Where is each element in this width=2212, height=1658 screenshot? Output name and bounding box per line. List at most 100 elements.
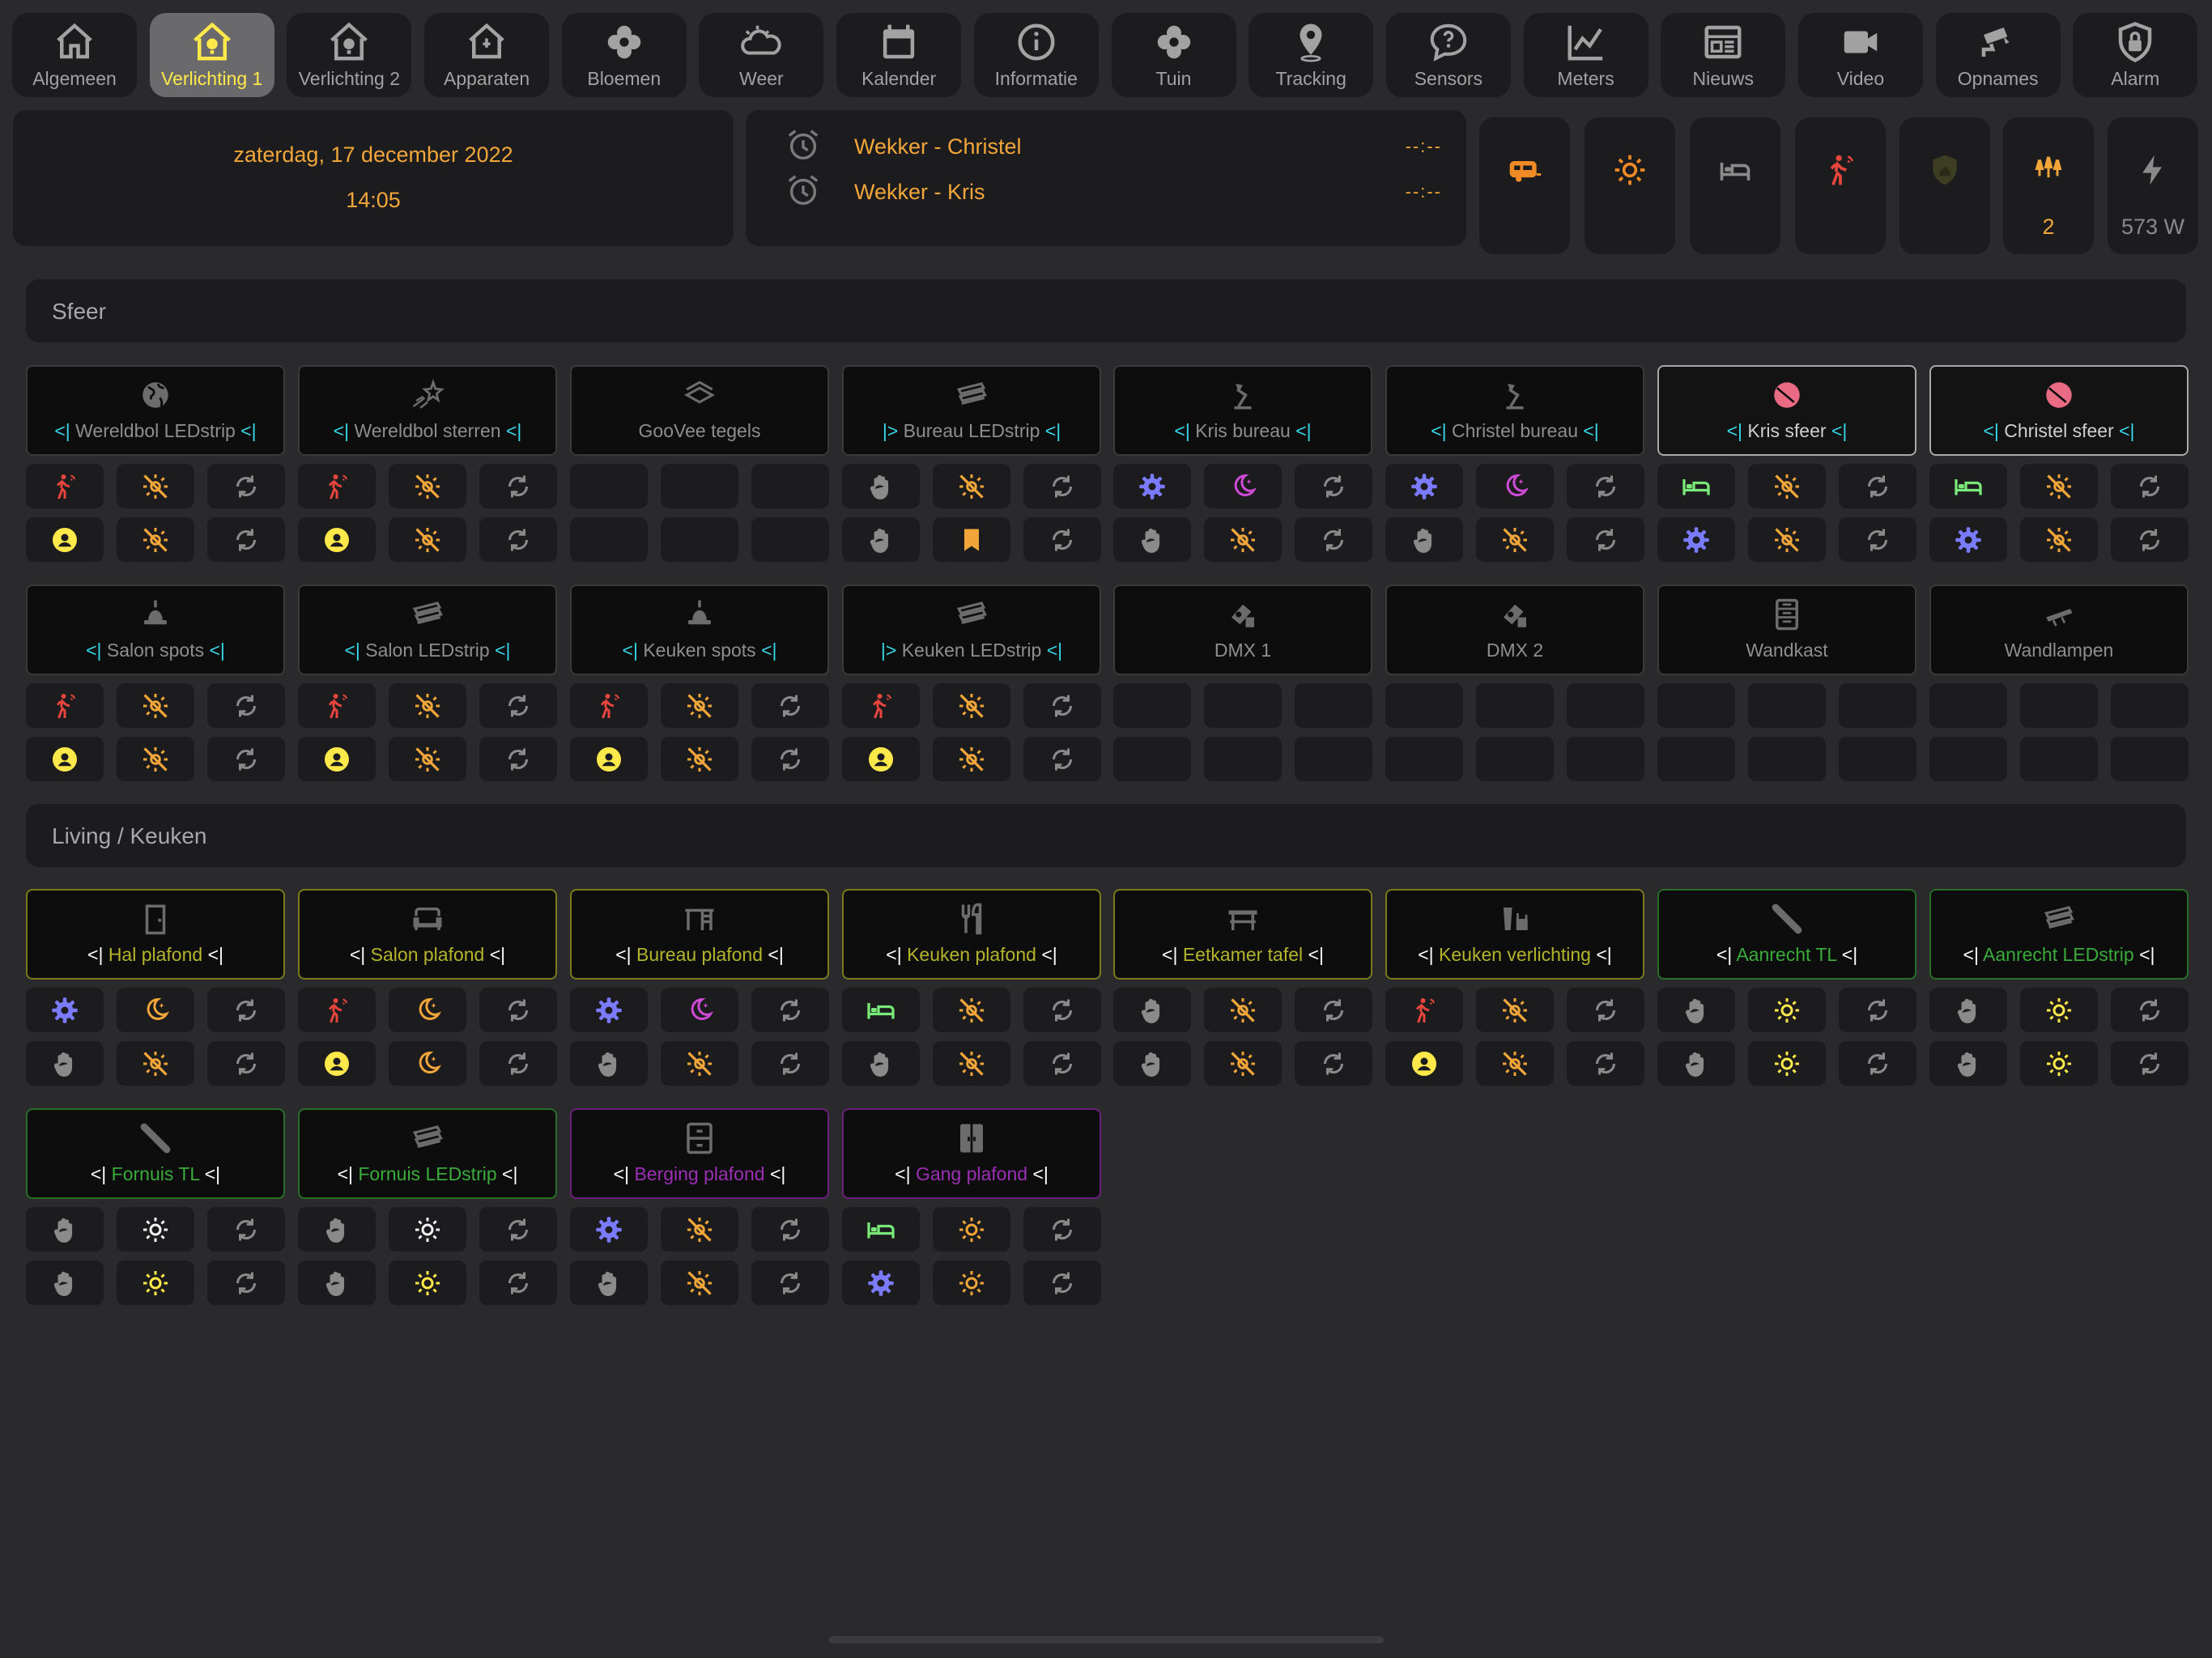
mode-button-sync[interactable] bbox=[751, 1261, 829, 1305]
mode-button-face[interactable] bbox=[298, 1041, 376, 1086]
mode-button-moon[interactable] bbox=[1476, 464, 1554, 508]
tab-video[interactable]: Video bbox=[1797, 13, 1923, 97]
light-card-christel-bureau[interactable]: <| Christel bureau <| bbox=[1385, 365, 1644, 456]
light-card-dmx-1[interactable]: DMX 1 bbox=[1113, 585, 1372, 675]
mode-button-motion[interactable] bbox=[26, 683, 104, 728]
mode-button-motion[interactable] bbox=[298, 464, 376, 508]
mode-button-bed[interactable] bbox=[842, 988, 920, 1032]
light-card-wereldbol-ledstrip[interactable]: <| Wereldbol LEDstrip <| bbox=[26, 365, 285, 456]
alarm-row[interactable]: Wekker - Kris --:-- bbox=[785, 172, 1442, 212]
mode-button-sun-off[interactable] bbox=[389, 464, 466, 508]
mode-button-bed[interactable] bbox=[1929, 464, 2007, 508]
mode-button-sync[interactable] bbox=[2111, 1041, 2189, 1086]
mode-button-sun-off[interactable] bbox=[661, 1041, 738, 1086]
mode-button-face[interactable] bbox=[26, 517, 104, 562]
mode-button-hand[interactable] bbox=[298, 1261, 376, 1305]
mode-button-sync[interactable] bbox=[207, 1207, 285, 1252]
tab-tuin[interactable]: Tuin bbox=[1111, 13, 1236, 97]
mode-button-sun[interactable] bbox=[117, 1207, 194, 1252]
mode-button-hand[interactable] bbox=[1929, 988, 2007, 1032]
mode-button-moon[interactable] bbox=[117, 988, 194, 1032]
tab-alarm[interactable]: Alarm bbox=[2073, 13, 2198, 97]
mode-button-sun-off[interactable] bbox=[661, 683, 738, 728]
mode-button-sun-off[interactable] bbox=[117, 464, 194, 508]
light-card-fornuis-tl[interactable]: <| Fornuis TL <| bbox=[26, 1108, 285, 1199]
mode-button-sync[interactable] bbox=[479, 1207, 557, 1252]
mode-button-face[interactable] bbox=[298, 737, 376, 781]
mode-button-sun-off[interactable] bbox=[2020, 464, 2098, 508]
mode-button-moon[interactable] bbox=[661, 988, 738, 1032]
mode-button-sun-off[interactable] bbox=[389, 737, 466, 781]
mode-button-sun-off[interactable] bbox=[933, 988, 1010, 1032]
mode-button-cog[interactable] bbox=[1385, 464, 1463, 508]
mode-button-hand[interactable] bbox=[1929, 1041, 2007, 1086]
status-tile-shield-home[interactable] bbox=[1899, 117, 1990, 254]
light-card-salon-plafond[interactable]: <| Salon plafond <| bbox=[298, 889, 557, 980]
mode-button-sync[interactable] bbox=[1839, 1041, 1916, 1086]
mode-button-sync[interactable] bbox=[207, 988, 285, 1032]
mode-button-bed[interactable] bbox=[1657, 464, 1735, 508]
mode-button-sync[interactable] bbox=[1023, 737, 1101, 781]
mode-button-sync[interactable] bbox=[479, 737, 557, 781]
mode-button-sun-off[interactable] bbox=[117, 1041, 194, 1086]
light-card-eetkamer-tafel[interactable]: <| Eetkamer tafel <| bbox=[1113, 889, 1372, 980]
light-card-kris-sfeer[interactable]: <| Kris sfeer <| bbox=[1657, 365, 1916, 456]
mode-button-hand[interactable] bbox=[26, 1041, 104, 1086]
mode-button-hand[interactable] bbox=[570, 1261, 648, 1305]
tab-kalender[interactable]: Kalender bbox=[836, 13, 962, 97]
mode-button-sun-off[interactable] bbox=[933, 464, 1010, 508]
mode-button-hand[interactable] bbox=[1657, 988, 1735, 1032]
mode-button-sync[interactable] bbox=[479, 1041, 557, 1086]
tab-bloemen[interactable]: Bloemen bbox=[561, 13, 687, 97]
tab-meters[interactable]: Meters bbox=[1523, 13, 1648, 97]
status-tile-sun[interactable] bbox=[1585, 117, 1675, 254]
mode-button-sync[interactable] bbox=[479, 1261, 557, 1305]
home-indicator[interactable] bbox=[828, 1636, 1384, 1643]
mode-button-moon[interactable] bbox=[389, 1041, 466, 1086]
mode-button-sun-off[interactable] bbox=[389, 517, 466, 562]
mode-button-face[interactable] bbox=[26, 737, 104, 781]
mode-button-sun[interactable] bbox=[1748, 1041, 1826, 1086]
mode-button-sync[interactable] bbox=[1567, 517, 1644, 562]
light-card-salon-spots[interactable]: <| Salon spots <| bbox=[26, 585, 285, 675]
mode-button-motion[interactable] bbox=[298, 988, 376, 1032]
mode-button-sync[interactable] bbox=[479, 464, 557, 508]
tab-tracking[interactable]: Tracking bbox=[1249, 13, 1374, 97]
light-card-hal-plafond[interactable]: <| Hal plafond <| bbox=[26, 889, 285, 980]
light-card-wandkast[interactable]: Wandkast bbox=[1657, 585, 1916, 675]
mode-button-sun[interactable] bbox=[2020, 1041, 2098, 1086]
mode-button-sun[interactable] bbox=[1748, 988, 1826, 1032]
mode-button-moon[interactable] bbox=[1204, 464, 1282, 508]
mode-button-face[interactable] bbox=[1385, 1041, 1463, 1086]
tab-verlichting-1[interactable]: Verlichting 1 bbox=[149, 13, 274, 97]
status-tile-motion[interactable] bbox=[1795, 117, 1886, 254]
mode-button-sync[interactable] bbox=[1295, 988, 1372, 1032]
light-card-bureau-ledstrip[interactable]: |> Bureau LEDstrip <| bbox=[842, 365, 1101, 456]
light-card-aanrecht-ledstrip[interactable]: <| Aanrecht LEDstrip <| bbox=[1929, 889, 2189, 980]
mode-button-sync[interactable] bbox=[751, 988, 829, 1032]
mode-button-hand[interactable] bbox=[1113, 988, 1191, 1032]
mode-button-cog[interactable] bbox=[26, 988, 104, 1032]
mode-button-sync[interactable] bbox=[2111, 517, 2189, 562]
mode-button-sync[interactable] bbox=[751, 1041, 829, 1086]
mode-button-sync[interactable] bbox=[751, 737, 829, 781]
light-card-berging-plafond[interactable]: <| Berging plafond <| bbox=[570, 1108, 829, 1199]
mode-button-motion[interactable] bbox=[298, 683, 376, 728]
mode-button-hand[interactable] bbox=[1113, 517, 1191, 562]
alarm-row[interactable]: Wekker - Christel --:-- bbox=[785, 126, 1442, 167]
mode-button-cog[interactable] bbox=[1657, 517, 1735, 562]
mode-button-sun-off[interactable] bbox=[1204, 517, 1282, 562]
mode-button-sync[interactable] bbox=[1295, 517, 1372, 562]
mode-button-hand[interactable] bbox=[842, 1041, 920, 1086]
mode-button-sync[interactable] bbox=[1839, 517, 1916, 562]
tab-weer[interactable]: Weer bbox=[699, 13, 824, 97]
mode-button-hand[interactable] bbox=[842, 464, 920, 508]
light-card-bureau-plafond[interactable]: <| Bureau plafond <| bbox=[570, 889, 829, 980]
mode-button-sync[interactable] bbox=[751, 683, 829, 728]
mode-button-hand[interactable] bbox=[842, 517, 920, 562]
mode-button-sync[interactable] bbox=[1023, 517, 1101, 562]
mode-button-sync[interactable] bbox=[1023, 1261, 1101, 1305]
status-tile-flash[interactable]: 573 W bbox=[2108, 117, 2198, 254]
mode-button-sync[interactable] bbox=[207, 683, 285, 728]
mode-button-sync[interactable] bbox=[1023, 1207, 1101, 1252]
